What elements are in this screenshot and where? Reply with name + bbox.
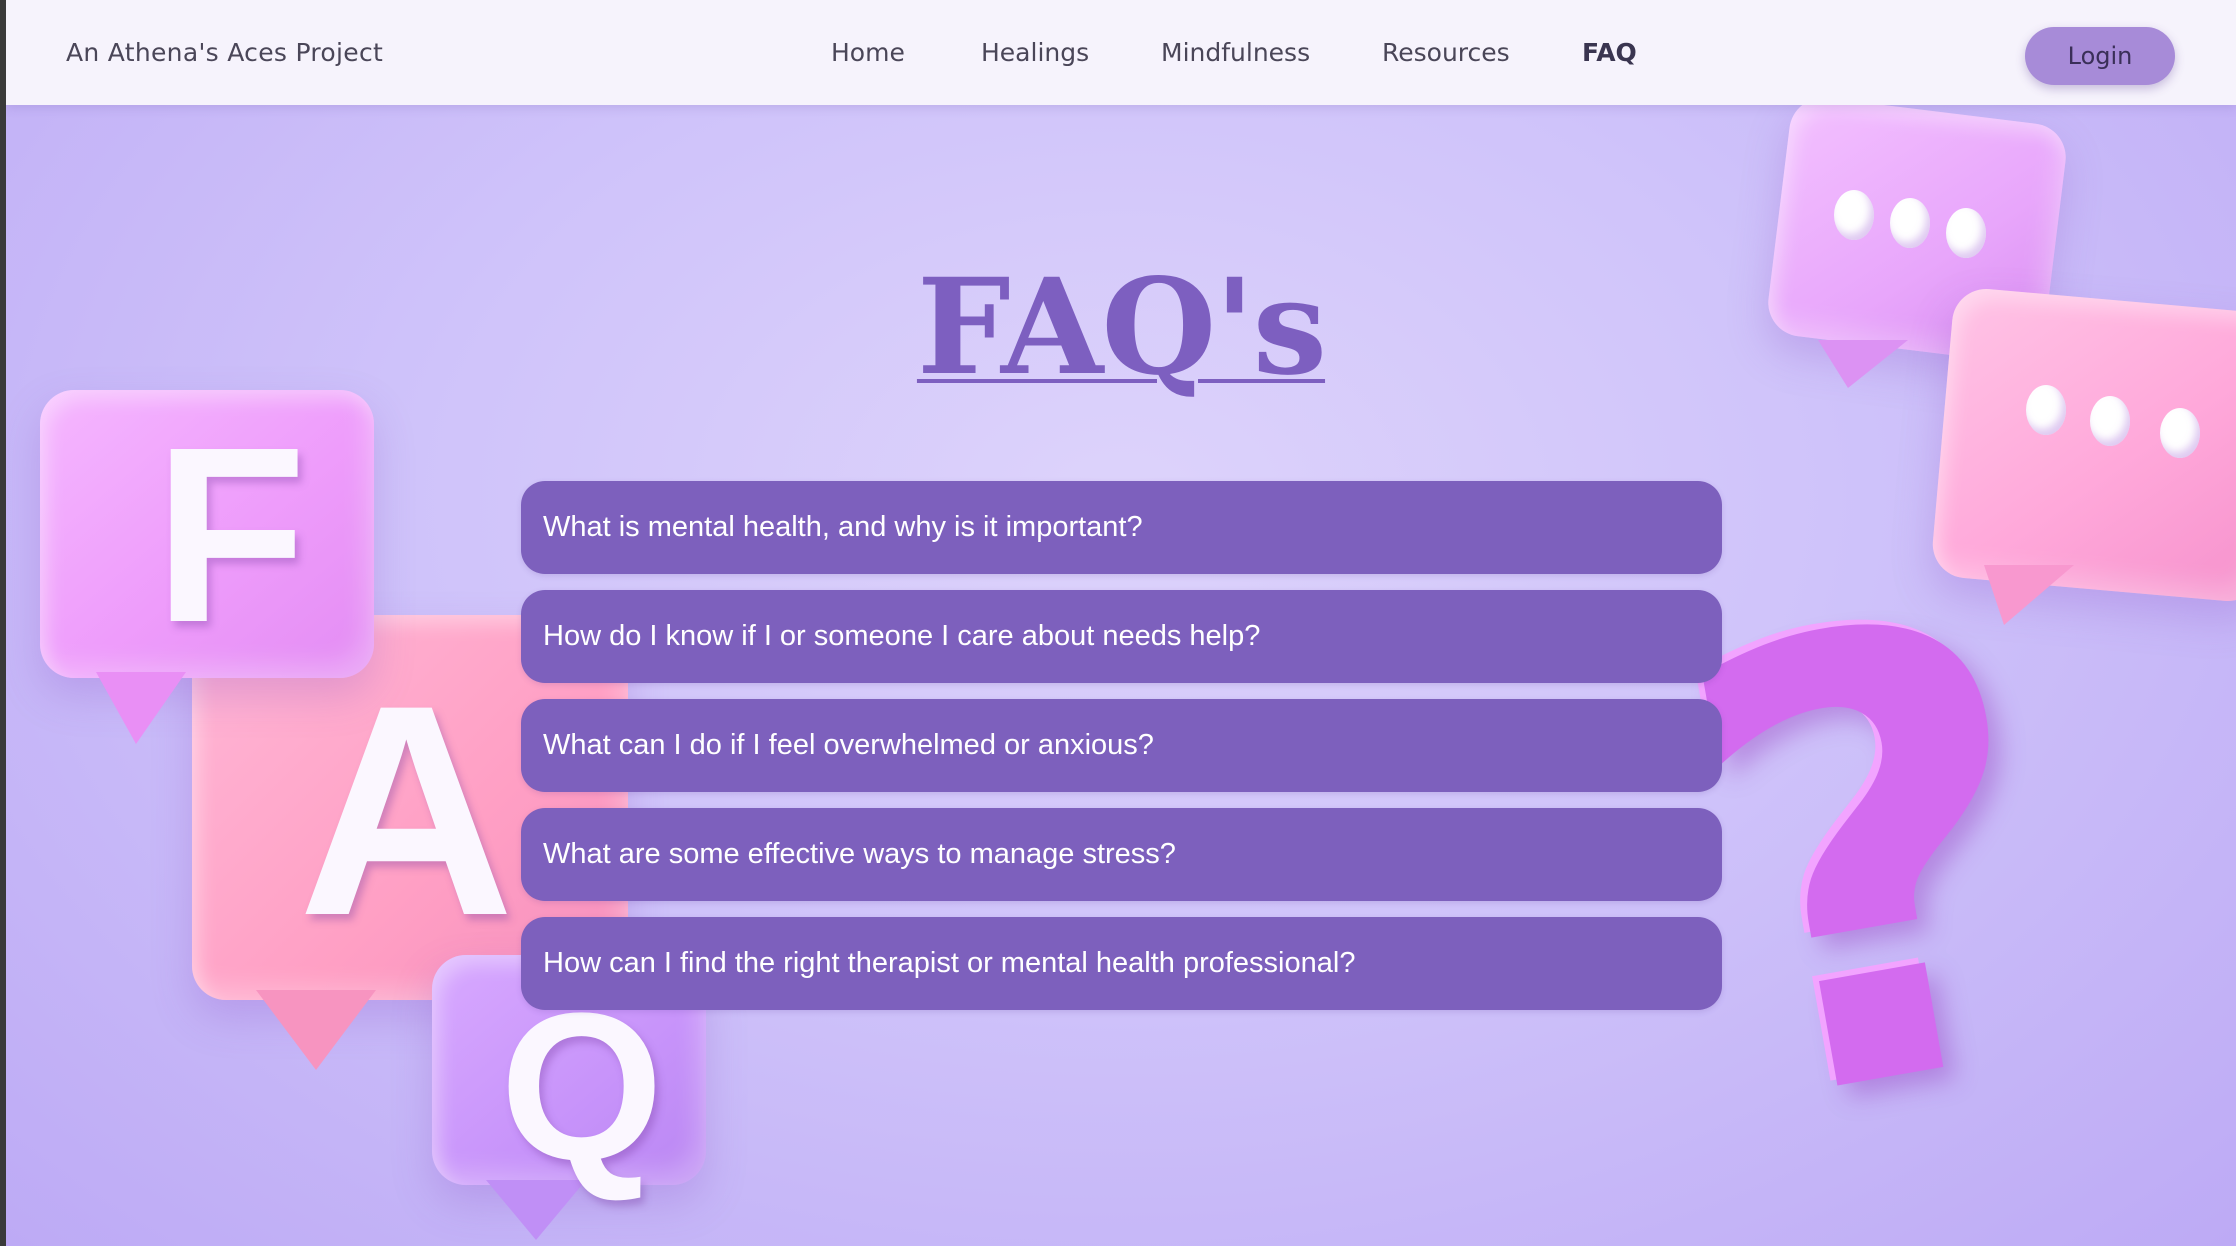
faq-question[interactable]: How can I find the right therapist or me… [521,917,1722,1010]
page-title: FAQ's [916,250,1327,405]
page: An Athena's Aces Project Home Healings M… [6,0,2236,1246]
typing-dot-icon [2160,408,2200,458]
letter-a: A [298,642,515,978]
letter-a-bubble-tail [256,990,376,1070]
nav-mindfulness[interactable]: Mindfulness [1161,0,1310,105]
faq-question[interactable]: How do I know if I or someone I care abo… [521,590,1722,683]
nav-home[interactable]: Home [831,0,905,105]
nav-faq[interactable]: FAQ [1582,0,1637,105]
login-button[interactable]: Login [2025,27,2175,85]
letter-f: F [154,395,307,674]
brand-name[interactable]: An Athena's Aces Project [66,0,383,105]
typing-dot-icon [1890,198,1930,248]
top-navbar: An Athena's Aces Project Home Healings M… [6,0,2236,105]
faq-question[interactable]: What can I do if I feel overwhelmed or a… [521,699,1722,792]
nav-healings[interactable]: Healings [981,0,1089,105]
faq-list: What is mental health, and why is it imp… [521,481,1722,1026]
typing-dot-icon [1834,190,1874,240]
letter-f-bubble-tail [96,672,186,744]
nav-resources[interactable]: Resources [1382,0,1510,105]
faq-question[interactable]: What are some effective ways to manage s… [521,808,1722,901]
faq-question[interactable]: What is mental health, and why is it imp… [521,481,1722,574]
